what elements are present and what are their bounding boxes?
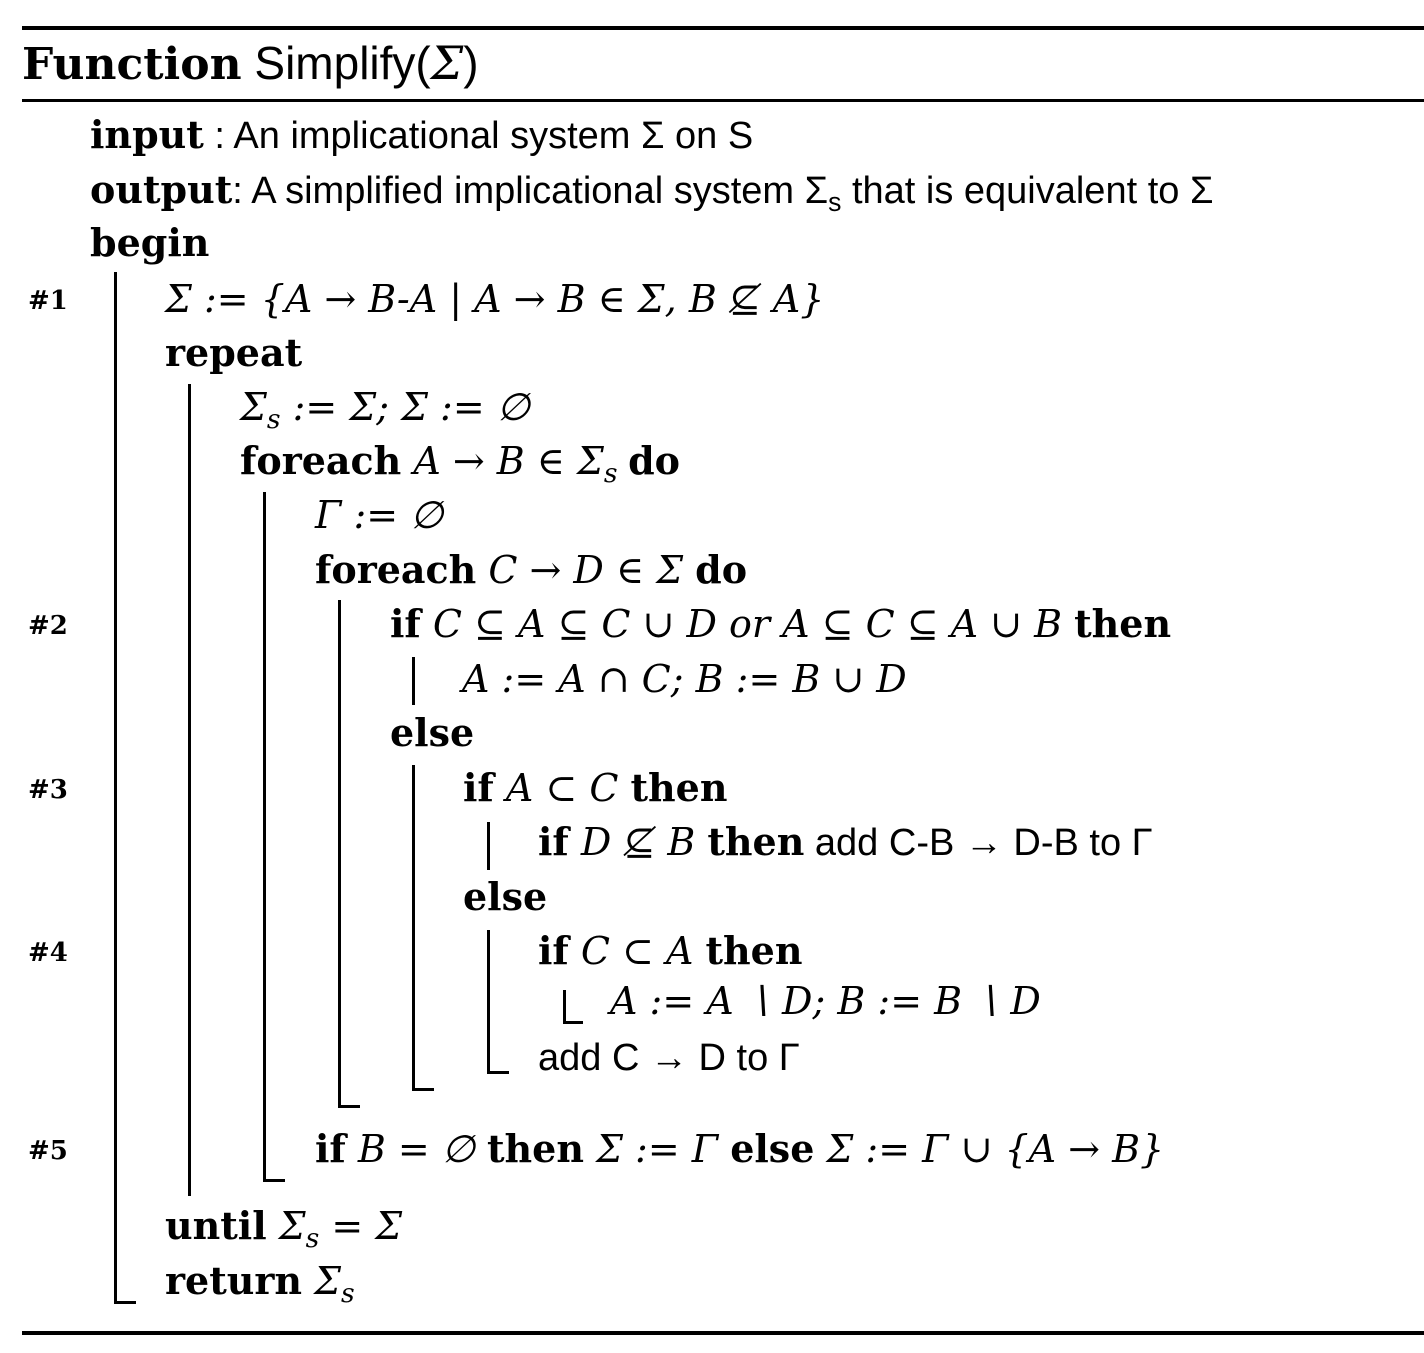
if2-then-bar (412, 657, 415, 705)
step-label-5: #5 (28, 1136, 68, 1166)
until-line: until Σs = Σ (165, 1201, 402, 1264)
top-rule (22, 26, 1424, 30)
else-keyword: else (730, 1126, 815, 1171)
foreach2-keyword: foreach (315, 547, 477, 592)
begin-line: begin (90, 218, 209, 269)
if3b-condition: D ⊈ B (568, 820, 708, 864)
repeat-keyword: repeat (165, 330, 303, 375)
input-text: : An implicational system Σ on S (203, 115, 754, 157)
foreach1-block-bar (263, 492, 266, 1182)
output-tail: that is equivalent to Σ (841, 170, 1214, 212)
step-label-4: #4 (28, 938, 68, 968)
output-keyword: output (90, 167, 233, 212)
if3-line: if A ⊂ C then (463, 763, 727, 814)
if4-then-bar (563, 990, 566, 1024)
step-label-3: #3 (28, 775, 68, 805)
if3-then-bar (487, 822, 490, 870)
return-sigma-s: Σ (302, 1259, 341, 1303)
begin-block-bar (114, 272, 117, 1304)
if-keyword: if (538, 819, 569, 864)
then-keyword: then (1074, 601, 1172, 646)
output-text: : A simplified implicational system Σ (232, 170, 829, 212)
if-keyword: if (315, 1126, 346, 1171)
output-sub: s (828, 186, 842, 217)
foreach1-keyword: foreach (240, 438, 402, 483)
then-keyword: then (486, 1126, 584, 1171)
function-keyword: Function (22, 39, 242, 90)
else2-block-bar (412, 765, 415, 1091)
if4-condition: C ⊂ A (568, 929, 706, 973)
foreach2-line: foreach C → D ∈ Σ do (315, 545, 747, 596)
begin-block-end (114, 1301, 136, 1304)
else-keyword: else (390, 710, 475, 755)
if5-line: if B = ∅ then Σ := Γ else Σ := Γ ∪ {A → … (315, 1124, 1164, 1175)
do-keyword: do (628, 438, 681, 483)
sigma-assign: := Σ; Σ := ∅ (280, 385, 530, 429)
else3-block-end (487, 1071, 509, 1074)
foreach2-block-bar (338, 600, 341, 1108)
else3-line: else (463, 872, 547, 923)
bottom-rule (22, 1331, 1424, 1335)
until-expr: = Σ (319, 1204, 403, 1248)
then-keyword: then (705, 928, 803, 973)
return-sub: s (340, 1277, 355, 1309)
do-keyword: do (695, 547, 748, 592)
return-keyword: return (165, 1258, 303, 1303)
repeat-line: repeat (165, 328, 302, 379)
if4-line: if C ⊂ A then (538, 926, 802, 977)
input-line: input : An implicational system Σ on S (90, 110, 753, 161)
else2-block-end (412, 1088, 434, 1091)
line-1-normalize: Σ := {A → B-A | A → B ∈ Σ, B ⊈ A} (165, 277, 825, 321)
until-keyword: until (165, 1203, 267, 1248)
return-line: return Σs (165, 1256, 355, 1319)
foreach1-line: foreach A → B ∈ Σs do (240, 436, 680, 499)
if-keyword: if (390, 601, 421, 646)
if4-assign-line: A := A ∖ D; B := B ∖ D (610, 979, 1041, 1023)
function-close: ) (463, 37, 479, 89)
foreach2-block-end (338, 1105, 360, 1108)
if3b-action: add C-B → D-B to Γ (804, 822, 1153, 864)
then-keyword: then (707, 819, 805, 864)
until-sub: s (305, 1222, 320, 1254)
header-rule (22, 99, 1424, 102)
else2-line: else (390, 708, 474, 759)
add4-line: add C → D to Γ (538, 1037, 800, 1079)
gamma-init-line: Γ := ∅ (315, 493, 444, 537)
if4-then-end (563, 1021, 583, 1024)
foreach2-expr: C → D ∈ Σ (476, 548, 696, 592)
then-keyword: then (630, 765, 728, 810)
function-name: Simplify( (254, 37, 431, 89)
if5-condition: B = ∅ (345, 1127, 487, 1171)
step-label-2: #2 (28, 611, 68, 641)
function-title: Function Simplify(Σ) (22, 34, 479, 94)
if-keyword: if (538, 928, 569, 973)
if3b-line: if D ⊈ B then add C-B → D-B to Γ (538, 817, 1153, 868)
if2-line: if C ⊆ A ⊆ C ∪ D or A ⊆ C ⊆ A ∪ B then (390, 599, 1171, 650)
foreach1-sub: s (603, 457, 618, 489)
foreach1-block-end (263, 1179, 285, 1182)
if-keyword: if (463, 765, 494, 810)
output-line: output: A simplified implicational syste… (90, 165, 1213, 227)
foreach1-expr: A → B ∈ Σ (401, 439, 604, 483)
begin-keyword: begin (90, 220, 210, 265)
else3-block-bar (487, 930, 490, 1074)
if2-condition: C ⊆ A ⊆ C ∪ D or A ⊆ C ⊆ A ∪ B (420, 602, 1075, 646)
sigma-s-sub: s (266, 403, 281, 435)
function-param: Σ (430, 36, 464, 90)
if2-assign-line: A := A ∩ C; B := B ∪ D (462, 657, 907, 701)
else-keyword: else (463, 874, 548, 919)
if5-then-action: Σ := Γ (583, 1127, 731, 1171)
sigma-s: Σ (240, 385, 267, 429)
until-sigma-s: Σ (266, 1204, 306, 1248)
repeat-block-bar (188, 384, 191, 1196)
if5-else-action: Σ := Γ ∪ {A → B} (814, 1127, 1165, 1171)
step-label-1: #1 (28, 286, 68, 316)
if3-condition: A ⊂ C (493, 766, 631, 810)
input-keyword: input (90, 112, 204, 157)
